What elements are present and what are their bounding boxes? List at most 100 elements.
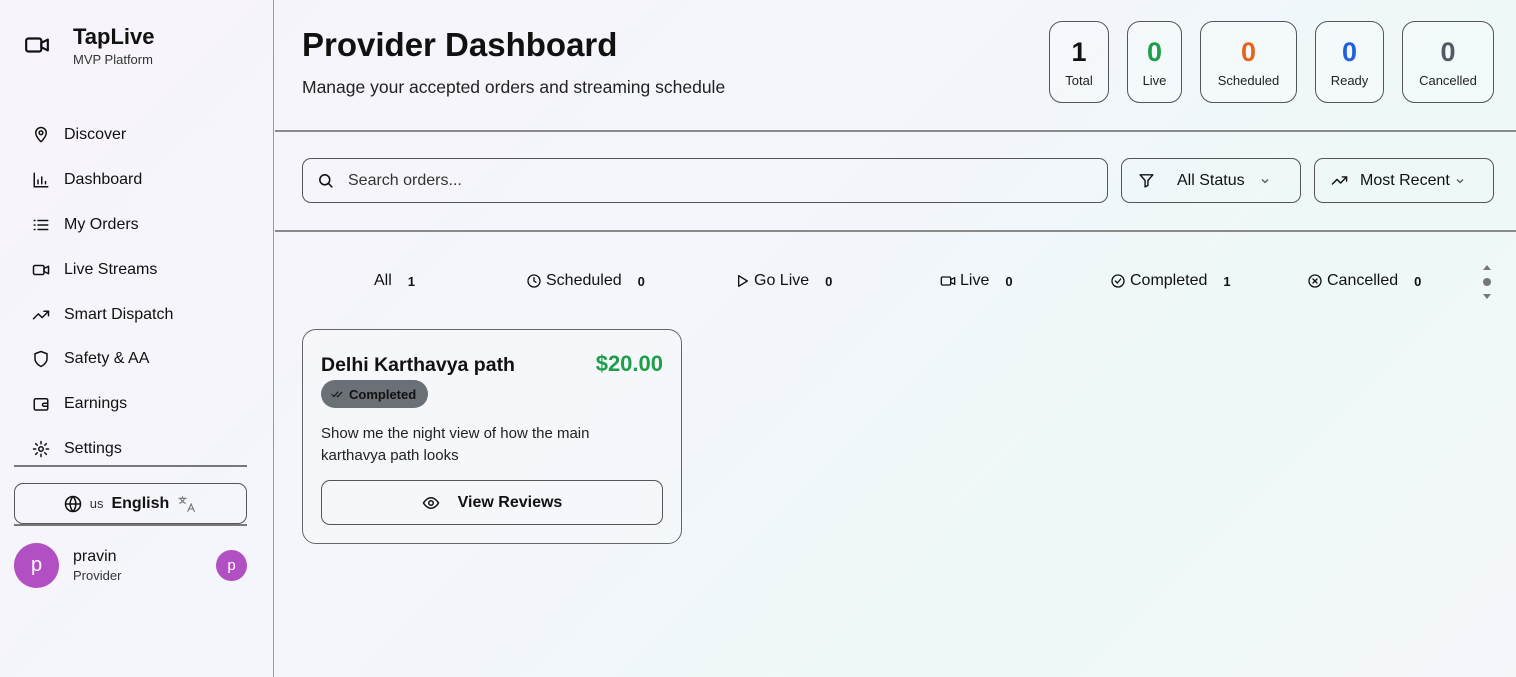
sidebar-item-label: Earnings bbox=[64, 395, 128, 413]
order-card: Delhi Karthavya path $20.00 Completed Sh… bbox=[302, 329, 682, 544]
play-icon bbox=[738, 275, 748, 287]
double-check-icon bbox=[331, 391, 343, 398]
tab-count: 0 bbox=[1414, 273, 1422, 289]
brand-title: TapLive bbox=[73, 24, 155, 49]
stat-label: Ready bbox=[1330, 72, 1369, 88]
sidebar-item-live-streams[interactable]: Live Streams bbox=[32, 247, 262, 292]
user-name: pravin bbox=[73, 547, 117, 565]
search-input[interactable] bbox=[348, 171, 1048, 190]
sidebar-item-label: My Orders bbox=[64, 215, 139, 233]
page-title: Provider Dashboard bbox=[302, 26, 618, 63]
sidebar-item-label: Dashboard bbox=[64, 171, 143, 189]
tab-count: 0 bbox=[825, 273, 833, 289]
stat-scheduled: 0 Scheduled bbox=[1200, 21, 1297, 103]
sort-value: Most Recent bbox=[1360, 171, 1450, 189]
sort-dropdown[interactable]: Most Recent bbox=[1314, 158, 1494, 203]
gear-icon bbox=[32, 440, 50, 458]
status-tabs: All 1 Scheduled 0 Go Live 0 Live 0 Compl… bbox=[302, 262, 1512, 302]
user-profile[interactable]: p pravin Provider p bbox=[14, 542, 247, 588]
map-pin-icon bbox=[35, 127, 47, 143]
sidebar-nav: Discover Dashboard My Orders Live Stream… bbox=[32, 113, 262, 471]
video-camera-icon bbox=[940, 276, 956, 286]
language-name: English bbox=[111, 494, 170, 512]
bar-chart-icon bbox=[33, 172, 49, 188]
filter-icon bbox=[1139, 174, 1154, 188]
stat-label: Live bbox=[1142, 72, 1167, 88]
translate-icon bbox=[178, 495, 196, 512]
status-filter-value: All Status bbox=[1177, 171, 1245, 189]
tab-label: Scheduled bbox=[546, 272, 622, 289]
brand: TapLive MVP Platform bbox=[24, 24, 155, 67]
language-button[interactable]: us English bbox=[14, 483, 247, 524]
tab-completed[interactable]: Completed 1 bbox=[1110, 272, 1231, 290]
status-filter-dropdown[interactable]: All Status bbox=[1121, 158, 1301, 203]
order-description: Show me the night view of how the main k… bbox=[321, 425, 590, 464]
search-box[interactable] bbox=[302, 158, 1108, 203]
stat-label: Cancelled bbox=[1419, 72, 1477, 88]
main-content: Provider Dashboard Manage your accepted … bbox=[275, 0, 1516, 677]
tab-scheduled[interactable]: Scheduled 0 bbox=[526, 272, 645, 290]
order-price: $20.00 bbox=[595, 351, 663, 376]
stat-live: 0 Live bbox=[1127, 21, 1182, 103]
language-code: us bbox=[89, 496, 104, 511]
status-badge-label: Completed bbox=[349, 386, 417, 402]
stat-ready: 0 Ready bbox=[1315, 21, 1384, 103]
trending-up-icon bbox=[32, 310, 50, 320]
sidebar-item-label: Smart Dispatch bbox=[64, 305, 174, 323]
stat-value: 0 bbox=[1240, 36, 1257, 67]
stat-value: 0 bbox=[1440, 36, 1456, 67]
stats-bar: 1 Total 0 Live 0 Scheduled 0 Ready 0 Can… bbox=[1049, 21, 1494, 103]
sidebar: TapLive MVP Platform Discover Dashboard … bbox=[0, 0, 274, 677]
stat-value: 1 bbox=[1071, 36, 1087, 67]
sidebar-item-my-orders[interactable]: My Orders bbox=[32, 203, 262, 248]
order-title: Delhi Karthavya path bbox=[321, 354, 515, 376]
avatar-small[interactable]: p bbox=[216, 550, 247, 581]
tab-count: 1 bbox=[407, 273, 416, 289]
clock-icon bbox=[527, 274, 541, 288]
sidebar-item-label: Discover bbox=[64, 126, 127, 144]
tab-count: 0 bbox=[1005, 273, 1013, 289]
page-subtitle: Manage your accepted orders and streamin… bbox=[302, 77, 726, 97]
tab-live[interactable]: Live 0 bbox=[940, 272, 1013, 290]
tab-label: Go Live bbox=[754, 272, 810, 289]
globe-icon bbox=[64, 495, 81, 512]
stat-label: Total bbox=[1065, 72, 1093, 88]
stat-total: 1 Total bbox=[1049, 21, 1109, 103]
view-reviews-button[interactable]: View Reviews bbox=[321, 480, 663, 525]
sidebar-item-discover[interactable]: Discover bbox=[32, 113, 262, 158]
trending-up-icon bbox=[1331, 176, 1348, 185]
tab-count: 0 bbox=[637, 273, 645, 289]
header-divider bbox=[275, 130, 1516, 132]
sidebar-item-label: Settings bbox=[64, 439, 122, 457]
list-icon bbox=[33, 219, 49, 231]
user-role: Provider bbox=[73, 567, 122, 583]
video-camera-icon bbox=[32, 264, 50, 276]
avatar: p bbox=[14, 542, 59, 588]
filter-divider bbox=[275, 230, 1516, 232]
video-camera-icon bbox=[25, 37, 49, 53]
tab-label: Cancelled bbox=[1327, 272, 1399, 289]
tab-go-live[interactable]: Go Live 0 bbox=[734, 272, 832, 290]
wallet-icon bbox=[33, 398, 49, 411]
tab-label: Live bbox=[960, 272, 990, 289]
sidebar-divider bbox=[14, 465, 247, 467]
brand-subtitle: MVP Platform bbox=[73, 52, 153, 67]
x-circle-icon bbox=[1308, 274, 1322, 288]
sidebar-item-earnings[interactable]: Earnings bbox=[32, 382, 262, 427]
tab-all[interactable]: All 1 bbox=[374, 272, 415, 290]
chevron-down-icon bbox=[1261, 178, 1269, 183]
stat-value: 0 bbox=[1146, 36, 1163, 67]
sidebar-item-smart-dispatch[interactable]: Smart Dispatch bbox=[32, 292, 262, 337]
sidebar-divider bbox=[14, 524, 247, 526]
sidebar-item-dashboard[interactable]: Dashboard bbox=[32, 158, 262, 203]
tab-scroll-control[interactable] bbox=[1480, 262, 1494, 302]
sidebar-item-label: Safety & AA bbox=[64, 350, 150, 368]
tab-cancelled[interactable]: Cancelled 0 bbox=[1307, 272, 1421, 290]
sidebar-item-safety[interactable]: Safety & AA bbox=[32, 337, 262, 382]
tab-label: All bbox=[374, 272, 392, 289]
sidebar-item-label: Live Streams bbox=[64, 260, 158, 278]
search-icon bbox=[319, 174, 333, 188]
stat-value: 0 bbox=[1341, 36, 1358, 67]
stat-cancelled: 0 Cancelled bbox=[1402, 21, 1494, 103]
check-circle-icon bbox=[1111, 274, 1125, 288]
